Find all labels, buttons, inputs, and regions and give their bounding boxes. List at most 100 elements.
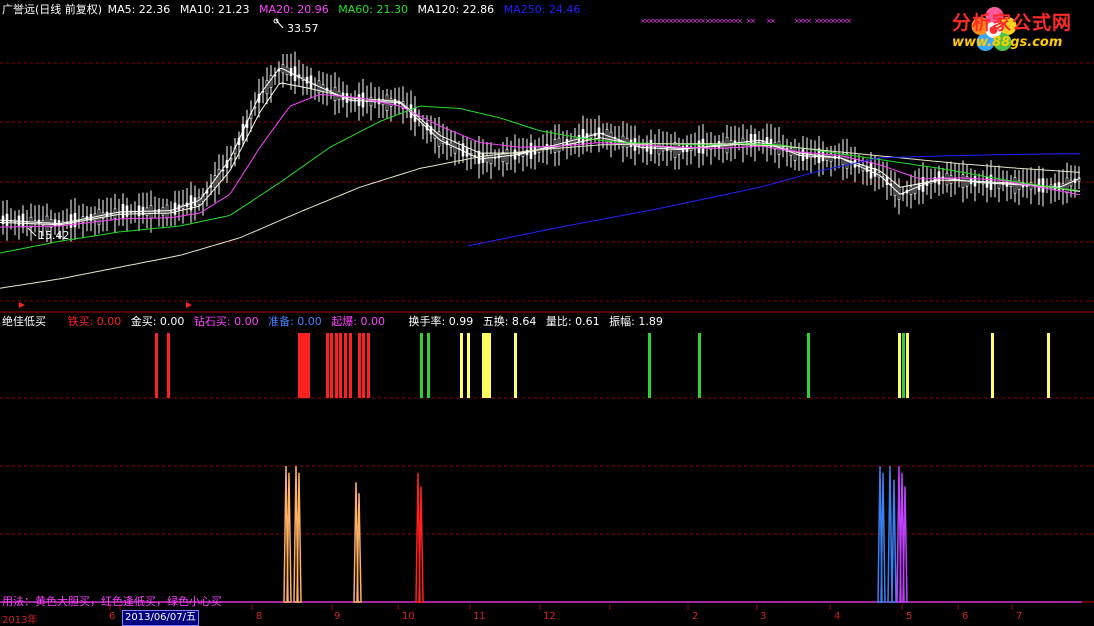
candle-body: [137, 205, 141, 217]
candle-body: [309, 75, 313, 89]
axis-label-aug: 8: [256, 611, 263, 622]
main-chart-header: 广誉远(日线 前复权) MA5: 22.36 MA10: 21.23 MA20:…: [2, 3, 586, 16]
logo-title: 分析家公式网: [952, 12, 1073, 34]
signal-bar: [330, 333, 333, 398]
candle-body: [213, 175, 217, 188]
ma10-value: MA10: 21.23: [179, 3, 250, 16]
signal-bar: [488, 333, 491, 398]
ma60-value: MA60: 21.30: [338, 3, 408, 16]
candle-body: [649, 139, 653, 155]
axis-label-dec: 12: [543, 611, 556, 622]
signal-bar: [482, 333, 485, 398]
signal-bar: [362, 333, 365, 398]
candle-body: [165, 204, 169, 219]
candle-body: [125, 205, 129, 217]
signal-bar: [155, 333, 158, 398]
signal-bar: [698, 333, 701, 398]
candle-body: [149, 205, 153, 219]
top-x-marker: ×: [750, 17, 756, 25]
signal-bar: [344, 333, 347, 398]
candle-body: [293, 66, 297, 81]
candle-body: [1065, 177, 1069, 194]
axis-label-jul: 7: [1016, 611, 1023, 622]
spike-bar: [418, 486, 424, 603]
price-markers: ×××××××××××××××× ××××××××× ×× ×× ×××× ×××××××…: [19, 17, 852, 308]
spike-bar: [296, 472, 302, 603]
volume-ratio-value: 量比: 0.61: [545, 315, 600, 328]
ma-line-ma250: [467, 153, 1081, 247]
signal-bar: [648, 333, 651, 398]
spike-bar: [356, 493, 362, 603]
candle-body: [465, 147, 469, 157]
top-x-marker: ×: [846, 17, 852, 25]
ma20-value: MA20: 20.96: [259, 3, 329, 16]
candle-body: [701, 138, 705, 154]
axis-label-jun: 6: [109, 611, 116, 622]
spike-bar: [286, 472, 292, 603]
candle-body: [269, 75, 273, 88]
candle-body: [985, 177, 989, 188]
candle-body: [673, 142, 677, 158]
signal-bar: [1047, 333, 1050, 398]
candle-body: [741, 137, 745, 148]
axis-label-oct: 10: [402, 611, 415, 622]
candle-body: [505, 149, 509, 165]
triangle-marker: [19, 302, 25, 308]
signal-bar: [349, 333, 352, 398]
signal-bar: [326, 333, 329, 398]
signal-bar: [298, 333, 301, 398]
candle-body: [289, 68, 293, 77]
axis-label-sep: 9: [334, 611, 341, 622]
axis-label-nov: 11: [473, 611, 486, 622]
amplitude-value: 振幅: 1.89: [609, 315, 663, 328]
signal-bar: [467, 333, 470, 398]
signal-bar: [902, 333, 905, 398]
candle-body: [197, 197, 201, 205]
candle-body: [345, 93, 349, 103]
iron-buy-value: 铁买: 0.00: [67, 315, 122, 328]
indicator-header: 绝佳低买 铁买: 0.00 金买: 0.00 钻石买: 0.00 准备: 0.0…: [2, 315, 669, 328]
turnover-value: 换手率: 0.99: [408, 315, 474, 328]
logo-url: www.88gs.com: [952, 35, 1063, 50]
signal-bar: [420, 333, 423, 398]
signal-bar: [807, 333, 810, 398]
candle-body: [913, 184, 917, 194]
candle-body: [121, 204, 125, 219]
signal-bar: [167, 333, 170, 398]
candle-body: [113, 208, 117, 219]
ma250-value: MA250: 24.46: [503, 3, 581, 16]
signal-bar: [301, 333, 304, 398]
candle-body: [361, 92, 365, 108]
ma5-value: MA5: 22.36: [107, 3, 171, 16]
usage-note: 用法：黄色大胆买，红色逢低买，绿色小心买: [2, 595, 222, 608]
axis-label-apr: 4: [834, 611, 841, 622]
top-x-marker: ×: [806, 17, 812, 25]
axis-label-mar: 3: [760, 611, 767, 622]
moving-averages: [0, 67, 1081, 289]
candle-body: [5, 213, 9, 226]
triangle-marker: [186, 302, 192, 308]
signal-bar: [304, 333, 307, 398]
candle-body: [489, 152, 493, 164]
signal-bars: [155, 333, 1050, 398]
candle-body: [17, 215, 21, 226]
signal-bar: [898, 333, 901, 398]
candle-body: [557, 137, 561, 153]
signal-bar: [427, 333, 430, 398]
candle-body: [909, 186, 913, 195]
signal-bar: [335, 333, 338, 398]
spike-bar: [891, 479, 897, 603]
spike-bar: [902, 486, 908, 603]
ma-line-ma5: [0, 67, 1081, 225]
signal-bar: [514, 333, 517, 398]
chart-canvas[interactable]: ×××××××××××××××× ××××××××× ×× ×× ×××× ×××××××…: [0, 0, 1094, 626]
five-turnover-value: 五换: 8.64: [482, 315, 537, 328]
candle-body: [801, 149, 805, 161]
gold-buy-value: 金买: 0.00: [130, 315, 185, 328]
signal-bar: [991, 333, 994, 398]
ma120-value: MA120: 22.86: [417, 3, 495, 16]
high-pointer: [275, 19, 284, 29]
candle-body: [1013, 177, 1017, 194]
signal-bar: [307, 333, 310, 398]
candle-body: [869, 161, 873, 179]
